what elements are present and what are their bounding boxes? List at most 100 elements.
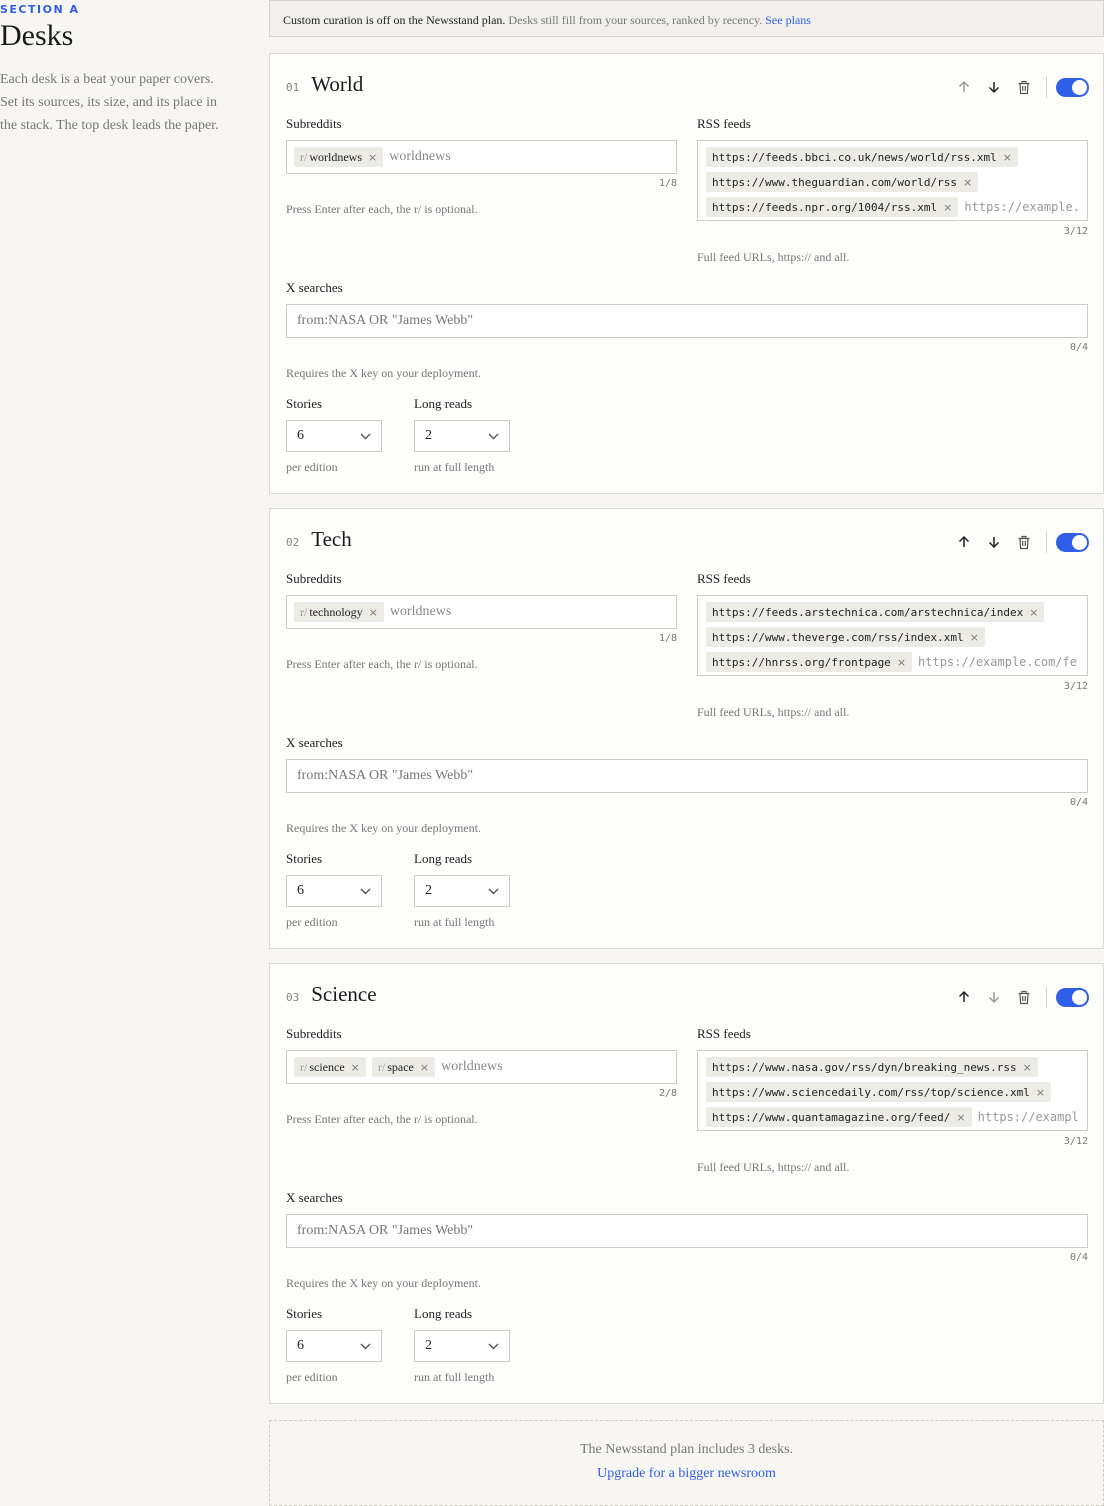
section-intro: SECTION A Desks Each desk is a beat your… [0, 0, 240, 137]
rss-feed-chip: https://www.sciencedaily.com/rss/top/sci… [706, 1082, 1052, 1102]
desk-card: 03 Science Subreddits r/science × r/space ×… [269, 963, 1104, 1404]
rss-feed-entry[interactable]: https://exampl [978, 1110, 1079, 1124]
move-down-button[interactable] [979, 532, 1009, 552]
stories-value: 6 [297, 1338, 304, 1353]
rss-feeds-input[interactable]: https://www.nasa.gov/rss/dyn/breaking_ne… [697, 1050, 1088, 1131]
desk-card: 02 Tech Subreddits r/technology × worldne… [269, 508, 1104, 949]
rss-feed-entry[interactable]: https://example. [964, 200, 1079, 214]
rss-feed-chip: https://www.nasa.gov/rss/dyn/breaking_ne… [706, 1057, 1038, 1077]
x-searches-counter: 0/4 [1069, 342, 1088, 353]
stories-help: per edition [286, 1370, 338, 1384]
desks-panel: Custom curation is off on the Newsstand … [269, 0, 1104, 1506]
chevron-down-icon [360, 1343, 371, 1349]
see-plans-link[interactable]: See plans [765, 13, 811, 27]
x-searches-label: X searches [286, 1190, 343, 1205]
stories-select[interactable]: 6 [286, 875, 382, 907]
rss-feed-chip: https://feeds.bbci.co.uk/news/world/rss.… [706, 147, 1018, 167]
remove-chip-icon[interactable]: × [369, 606, 378, 619]
move-up-button[interactable] [949, 987, 979, 1007]
desk-number: 02 [286, 536, 300, 549]
desk-header: 02 Tech [286, 527, 352, 552]
stories-select[interactable]: 6 [286, 420, 382, 452]
subreddit-entry[interactable]: worldnews [389, 149, 450, 165]
chevron-down-icon [488, 888, 499, 894]
move-down-button[interactable] [979, 987, 1009, 1007]
move-down-button[interactable] [979, 77, 1009, 97]
plan-limit-footer: The Newsstand plan includes 3 desks. Upg… [269, 1420, 1104, 1506]
move-up-button[interactable] [949, 77, 979, 97]
subreddit-entry[interactable]: worldnews [441, 1059, 502, 1075]
rss-feeds-input[interactable]: https://feeds.bbci.co.uk/news/world/rss.… [697, 140, 1088, 221]
subreddit-chip: r/science × [294, 1057, 366, 1077]
controls-divider [1046, 76, 1047, 98]
rss-feed-url: https://feeds.arstechnica.com/arstechnic… [712, 605, 1024, 619]
rss-feed-chip: https://feeds.npr.org/1004/rss.xml × [706, 197, 959, 217]
rss-row: https://feeds.bbci.co.uk/news/world/rss.… [706, 145, 1079, 169]
delete-desk-button[interactable] [1009, 987, 1039, 1007]
desk-controls [949, 76, 1089, 98]
rss-feeds-label: RSS feeds [697, 1026, 751, 1041]
controls-divider [1046, 986, 1047, 1008]
subreddit-name: worldnews [309, 149, 363, 164]
long-reads-select[interactable]: 2 [414, 1330, 510, 1362]
rss-feed-entry[interactable]: https://example.com/fe [918, 655, 1077, 669]
upgrade-link[interactable]: Upgrade for a bigger newsroom [270, 1466, 1103, 1482]
remove-chip-icon[interactable]: × [897, 656, 906, 669]
rss-feeds-input[interactable]: https://feeds.arstechnica.com/arstechnic… [697, 595, 1088, 676]
subreddit-prefix: r/ [377, 1059, 386, 1074]
remove-chip-icon[interactable]: × [1036, 1086, 1045, 1099]
desk-enabled-toggle[interactable] [1056, 532, 1089, 552]
chevron-down-icon [360, 888, 371, 894]
remove-chip-icon[interactable]: × [943, 201, 952, 214]
rss-feed-url: https://feeds.bbci.co.uk/news/world/rss.… [712, 150, 997, 164]
subreddit-name: space [387, 1059, 414, 1074]
x-searches-label: X searches [286, 735, 343, 750]
remove-chip-icon[interactable]: × [1003, 151, 1012, 164]
long-reads-select[interactable]: 2 [414, 875, 510, 907]
remove-chip-icon[interactable]: × [963, 176, 972, 189]
move-up-button[interactable] [949, 532, 979, 552]
subreddits-input[interactable]: r/technology × worldnews [286, 595, 677, 629]
x-searches-input[interactable]: from:NASA OR "James Webb" [286, 759, 1088, 793]
remove-chip-icon[interactable]: × [1023, 1061, 1032, 1074]
remove-chip-icon[interactable]: × [970, 631, 979, 644]
rss-help: Full feed URLs, https:// and all. [697, 1160, 850, 1174]
trash-icon [1018, 990, 1030, 1004]
subreddits-help: Press Enter after each, the r/ is option… [286, 1112, 478, 1126]
remove-chip-icon[interactable]: × [420, 1061, 429, 1074]
remove-chip-icon[interactable]: × [368, 151, 377, 164]
remove-chip-icon[interactable]: × [351, 1061, 360, 1074]
stories-select[interactable]: 6 [286, 1330, 382, 1362]
subreddits-input[interactable]: r/worldnews × worldnews [286, 140, 677, 174]
long-reads-help: run at full length [414, 460, 495, 474]
long-reads-select[interactable]: 2 [414, 420, 510, 452]
desk-enabled-toggle[interactable] [1056, 987, 1089, 1007]
delete-desk-button[interactable] [1009, 77, 1039, 97]
remove-chip-icon[interactable]: × [956, 1111, 965, 1124]
rss-feed-url: https://feeds.npr.org/1004/rss.xml [712, 200, 938, 214]
rss-row: https://feeds.arstechnica.com/arstechnic… [706, 600, 1079, 624]
trash-icon [1018, 535, 1030, 549]
subreddits-input[interactable]: r/science × r/space × worldnews [286, 1050, 677, 1084]
rss-feed-chip: https://www.theguardian.com/world/rss × [706, 172, 979, 192]
desk-number: 03 [286, 991, 300, 1004]
arrow-down-icon [988, 82, 1000, 94]
remove-chip-icon[interactable]: × [1029, 606, 1038, 619]
subreddits-counter: 1/8 [658, 178, 677, 189]
rss-row: https://www.theguardian.com/world/rss × [706, 170, 1079, 194]
subreddits-counter: 1/8 [658, 633, 677, 644]
rss-feed-url: https://www.nasa.gov/rss/dyn/breaking_ne… [712, 1060, 1017, 1074]
desk-enabled-toggle[interactable] [1056, 77, 1089, 97]
stories-value: 6 [297, 428, 304, 443]
rss-feeds-label: RSS feeds [697, 116, 751, 131]
delete-desk-button[interactable] [1009, 532, 1039, 552]
x-searches-input[interactable]: from:NASA OR "James Webb" [286, 1214, 1088, 1248]
stories-help: per edition [286, 460, 338, 474]
desk-header: 01 World [286, 72, 363, 97]
desk-controls [949, 531, 1089, 553]
arrow-down-icon [988, 537, 1000, 549]
subreddits-label: Subreddits [286, 1026, 342, 1041]
subreddit-entry[interactable]: worldnews [390, 604, 451, 620]
page-title: Desks [0, 19, 74, 52]
x-searches-input[interactable]: from:NASA OR "James Webb" [286, 304, 1088, 338]
